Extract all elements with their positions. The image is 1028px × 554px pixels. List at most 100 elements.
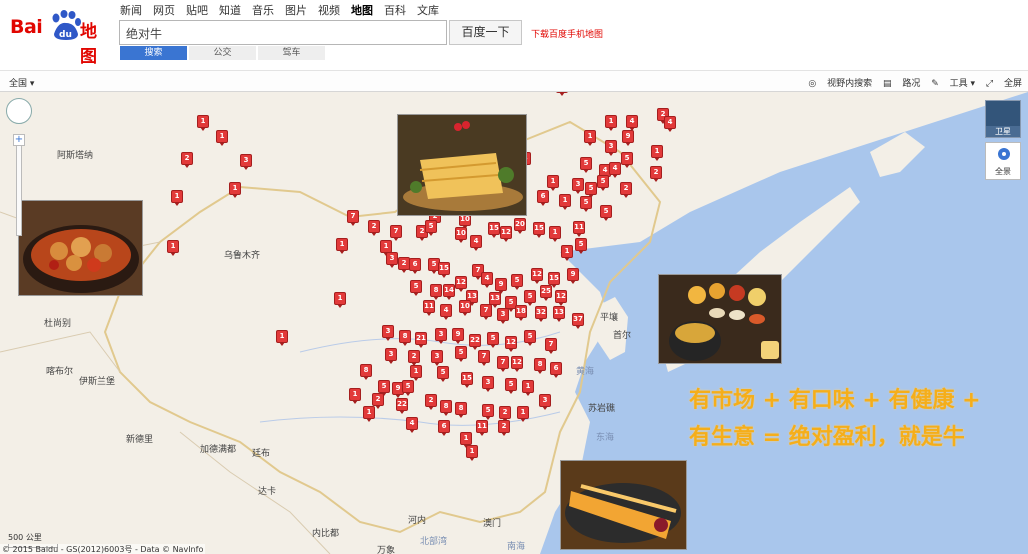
store-marker[interactable]: 5 [600, 205, 612, 221]
store-marker[interactable]: 13 [489, 292, 501, 308]
store-marker[interactable]: 5 [621, 152, 633, 168]
store-marker[interactable]: 5 [487, 332, 499, 348]
store-marker[interactable]: 5 [511, 274, 523, 290]
store-marker[interactable]: 13 [553, 306, 565, 322]
store-marker[interactable]: 5 [524, 290, 536, 306]
store-marker[interactable]: 2 [372, 393, 384, 409]
store-marker[interactable]: 3 [605, 140, 617, 156]
store-marker[interactable]: 1 [349, 388, 361, 404]
tab-search[interactable]: 搜索 [120, 46, 187, 60]
store-marker[interactable]: 4 [626, 115, 638, 131]
nav-item-tieba[interactable]: 贴吧 [186, 2, 208, 18]
store-marker[interactable]: 1 [460, 432, 472, 448]
nav-item-web[interactable]: 网页 [153, 2, 175, 18]
store-marker[interactable]: 12 [455, 276, 467, 292]
view-search-button[interactable]: ◎ 视野内搜索 [808, 79, 872, 89]
store-marker[interactable]: 1 [605, 115, 617, 131]
store-marker[interactable]: 9 [452, 328, 464, 344]
panorama-button[interactable]: 全景 [985, 142, 1021, 180]
store-marker[interactable]: 10 [455, 227, 467, 243]
store-marker[interactable]: 2 [498, 420, 510, 436]
store-marker[interactable]: 3 [572, 178, 584, 194]
store-marker[interactable]: 4 [470, 235, 482, 251]
store-marker[interactable]: 2 [499, 406, 511, 422]
store-marker[interactable]: 9 [567, 268, 579, 284]
store-marker[interactable]: 8 [430, 284, 442, 300]
store-marker[interactable]: 7 [545, 338, 557, 354]
store-marker[interactable]: 22 [469, 334, 481, 350]
store-marker[interactable]: 8 [399, 330, 411, 346]
store-marker[interactable]: 1 [466, 445, 478, 461]
baidu-map-logo[interactable]: Bai du 地图 [10, 8, 110, 67]
store-marker[interactable]: 6 [550, 362, 562, 378]
store-marker[interactable]: 1 [216, 130, 228, 146]
store-marker[interactable]: 6 [537, 190, 549, 206]
store-marker[interactable]: 14 [443, 284, 455, 300]
store-marker[interactable]: 4 [664, 116, 676, 132]
store-marker[interactable]: 3 [497, 308, 509, 324]
store-marker[interactable]: 1 [229, 182, 241, 198]
store-marker[interactable]: 5 [378, 380, 390, 396]
store-marker[interactable]: 5 [437, 366, 449, 382]
store-marker[interactable]: 1 [517, 406, 529, 422]
store-marker[interactable]: 10 [459, 300, 471, 316]
store-marker[interactable]: 3 [385, 348, 397, 364]
store-marker[interactable]: 8 [455, 402, 467, 418]
store-marker[interactable]: 5 [505, 378, 517, 394]
store-marker[interactable]: 37 [572, 313, 584, 329]
store-marker[interactable]: 11 [476, 420, 488, 436]
store-marker[interactable]: 2 [408, 350, 420, 366]
search-button[interactable]: 百度一下 [449, 20, 522, 45]
store-marker[interactable]: 1 [547, 175, 559, 191]
store-marker[interactable]: 4 [440, 304, 452, 320]
store-marker[interactable]: 1 [334, 292, 346, 308]
store-marker[interactable]: 12 [511, 356, 523, 372]
store-marker[interactable]: 15 [548, 272, 560, 288]
nav-item-map[interactable]: 地图 [351, 2, 373, 18]
store-marker[interactable]: 7 [497, 356, 509, 372]
store-marker[interactable]: 6 [438, 420, 450, 436]
store-marker[interactable]: 12 [505, 336, 517, 352]
store-marker[interactable]: 5 [575, 238, 587, 254]
store-marker[interactable]: 1 [336, 238, 348, 254]
store-marker[interactable]: 3 [386, 252, 398, 268]
store-marker[interactable]: 1 [584, 130, 596, 146]
store-marker[interactable]: 9 [495, 278, 507, 294]
store-marker[interactable]: 1 [410, 365, 422, 381]
store-marker[interactable]: 1 [171, 190, 183, 206]
store-marker[interactable]: 1 [276, 330, 288, 346]
store-marker[interactable]: 21 [415, 332, 427, 348]
store-marker[interactable]: 8 [534, 358, 546, 374]
tab-bus[interactable]: 公交 [189, 46, 256, 60]
satellite-layer-button[interactable]: 卫星 [985, 100, 1021, 138]
store-marker[interactable]: 1 [549, 226, 561, 242]
store-marker[interactable]: 1 [559, 194, 571, 210]
store-marker[interactable]: 15 [488, 222, 500, 238]
nav-item-wenku[interactable]: 文库 [417, 2, 439, 18]
store-marker[interactable]: 8 [360, 364, 372, 380]
store-marker[interactable]: 9 [622, 130, 634, 146]
nav-item-zhidao[interactable]: 知道 [219, 2, 241, 18]
download-app-link[interactable]: 下载百度手机地图 [531, 27, 603, 40]
store-marker[interactable]: 4 [556, 92, 568, 96]
store-marker[interactable]: 12 [555, 290, 567, 306]
store-marker[interactable]: 1 [363, 406, 375, 422]
store-marker[interactable]: 6 [409, 258, 421, 274]
store-marker[interactable]: 32 [535, 306, 547, 322]
nav-item-video[interactable]: 视频 [318, 2, 340, 18]
nav-item-music[interactable]: 音乐 [252, 2, 274, 18]
store-marker[interactable]: 5 [585, 182, 597, 198]
store-marker[interactable]: 3 [431, 350, 443, 366]
store-marker[interactable]: 22 [396, 398, 408, 414]
store-marker[interactable]: 5 [410, 280, 422, 296]
store-marker[interactable]: 1 [167, 240, 179, 256]
store-marker[interactable]: 7 [347, 210, 359, 226]
pan-control[interactable] [6, 98, 32, 124]
traffic-button[interactable]: ▤ 路况 [883, 79, 920, 89]
store-marker[interactable]: 7 [390, 225, 402, 241]
store-marker[interactable]: 5 [524, 330, 536, 346]
nav-item-baike[interactable]: 百科 [384, 2, 406, 18]
store-marker[interactable]: 2 [425, 394, 437, 410]
store-marker[interactable]: 3 [435, 328, 447, 344]
store-marker[interactable]: 5 [580, 157, 592, 173]
